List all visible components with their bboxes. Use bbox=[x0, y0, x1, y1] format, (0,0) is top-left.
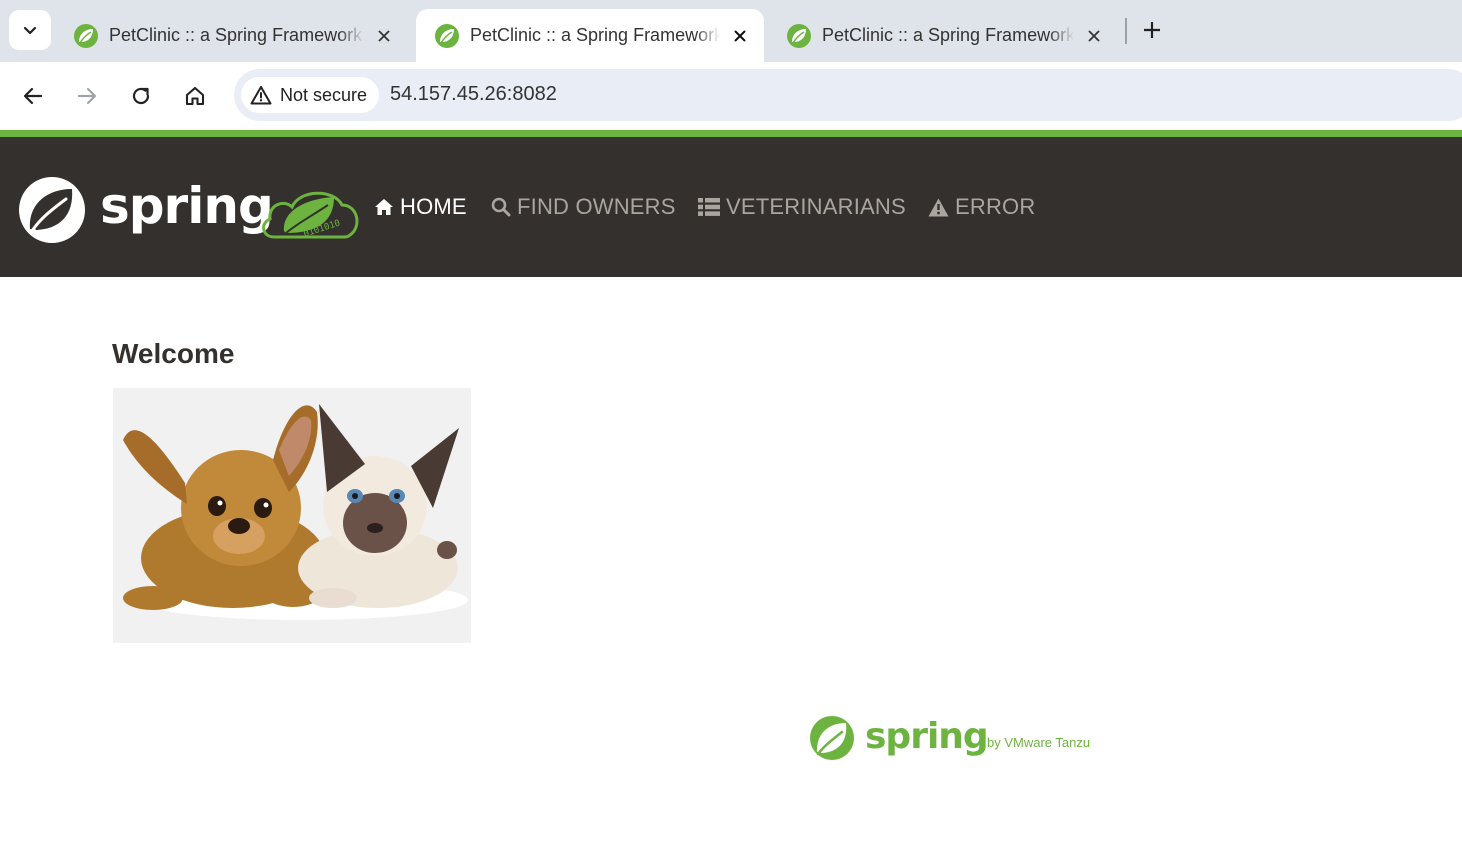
close-tab-icon[interactable] bbox=[1082, 24, 1106, 48]
browser-tab-bar: PetClinic :: a Spring Framework demonstr… bbox=[0, 0, 1462, 62]
site-navbar: spring 0101010 Home Find owners Veterina… bbox=[0, 137, 1462, 277]
nav-error-label: Error bbox=[955, 194, 1036, 219]
list-icon bbox=[698, 198, 720, 216]
spring-logo-image: spring 0101010 bbox=[19, 177, 359, 243]
forward-button[interactable] bbox=[69, 78, 105, 114]
browser-tab-2[interactable]: PetClinic :: a Spring Framework demonstr… bbox=[416, 9, 764, 62]
chevron-down-icon bbox=[23, 26, 37, 35]
home-button[interactable] bbox=[177, 78, 213, 114]
search-icon bbox=[491, 197, 511, 217]
arrow-right-icon bbox=[77, 87, 97, 105]
spring-leaf-favicon-icon bbox=[74, 23, 98, 48]
spring-leaf-favicon-icon bbox=[787, 23, 811, 48]
spring-logo[interactable]: spring 0101010 bbox=[16, 175, 361, 245]
tab-title: PetClinic :: a Spring Framework demonstr… bbox=[109, 25, 364, 45]
reload-button[interactable] bbox=[123, 78, 159, 114]
plus-icon bbox=[1144, 22, 1160, 38]
svg-text:spring: spring bbox=[100, 177, 273, 235]
spring-leaf-favicon-icon bbox=[435, 23, 459, 48]
home-icon bbox=[374, 198, 394, 216]
nav-home-label: Home bbox=[400, 194, 467, 219]
page-title: Welcome bbox=[112, 338, 235, 369]
nav-error[interactable]: Error bbox=[928, 192, 1035, 222]
tab-separator bbox=[1125, 18, 1127, 44]
browser-toolbar: Not secure 54.157.45.26:8082 bbox=[0, 62, 1462, 130]
svg-text:spring: spring bbox=[865, 716, 988, 757]
site-info-chip[interactable]: Not secure bbox=[241, 77, 380, 113]
brand-accent-bar bbox=[0, 130, 1462, 137]
browser-tab-1[interactable]: PetClinic :: a Spring Framework demonstr… bbox=[55, 9, 410, 62]
tab-search-button[interactable] bbox=[9, 10, 51, 50]
pets-image bbox=[113, 388, 471, 643]
close-tab-icon[interactable] bbox=[728, 24, 752, 48]
back-button[interactable] bbox=[15, 78, 51, 114]
warning-triangle-icon bbox=[250, 86, 272, 105]
nav-veterinarians-label: Veterinarians bbox=[726, 194, 906, 219]
home-icon bbox=[185, 86, 205, 106]
new-tab-button[interactable] bbox=[1136, 14, 1168, 46]
tab-title: PetClinic :: a Spring Framework demonstr… bbox=[470, 25, 720, 45]
security-label: Not secure bbox=[280, 84, 368, 105]
browser-tab-3[interactable]: PetClinic :: a Spring Framework demonstr… bbox=[768, 9, 1123, 62]
nav-home[interactable]: Home bbox=[374, 192, 467, 222]
tab-title: PetClinic :: a Spring Framework demonstr… bbox=[822, 25, 1074, 45]
warning-icon bbox=[928, 198, 949, 217]
reload-icon bbox=[132, 87, 150, 105]
url-text[interactable]: 54.157.45.26:8082 bbox=[390, 83, 557, 106]
address-bar[interactable]: Not secure 54.157.45.26:8082 bbox=[234, 69, 1462, 121]
arrow-left-icon bbox=[23, 87, 43, 105]
svg-text:by VMware Tanzu: by VMware Tanzu bbox=[987, 735, 1090, 750]
nav-find-owners[interactable]: Find owners bbox=[491, 192, 676, 222]
close-tab-icon[interactable] bbox=[372, 24, 396, 48]
nav-veterinarians[interactable]: Veterinarians bbox=[698, 192, 906, 222]
spring-by-vmware-tanzu-logo: spring by VMware Tanzu bbox=[808, 712, 1118, 764]
nav-find-owners-label: Find owners bbox=[517, 194, 676, 219]
